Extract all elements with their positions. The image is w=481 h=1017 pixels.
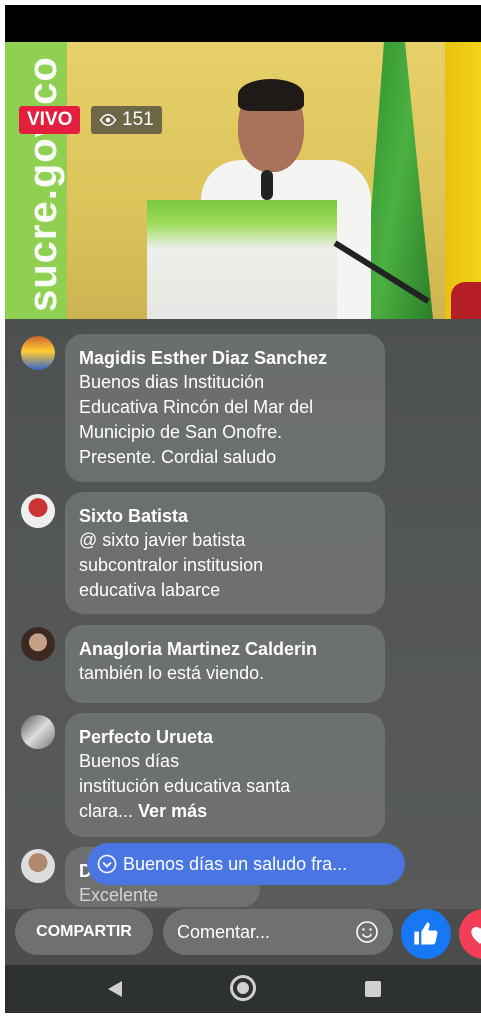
podium [147,200,337,319]
comment-line: Educativa Rincón del Mar del [79,397,314,417]
comment-bubble: Magidis Esther Diaz Sanchez Buenos dias … [65,334,385,482]
backdrop-banner: sucre.gov.co [5,42,67,319]
status-bar [5,5,481,42]
comment-placeholder: Comentar... [177,922,271,942]
emblem [451,282,481,319]
microphone [261,170,273,200]
yellow-flag [445,42,481,319]
eye-icon [99,114,117,126]
comment-author[interactable]: Anagloria Martinez Calderin [79,637,371,661]
see-more-link[interactable]: Ver más [138,801,207,821]
chevron-down-circle-icon [97,854,117,874]
action-bar: COMPARTIR Comentar... [5,909,481,961]
comment-truncated-text: clara... [79,801,134,821]
comment-bubble: Perfecto Urueta Buenos días institución … [65,713,385,837]
speaker-hair [238,79,304,111]
comment-line: educativa labarce [79,580,221,600]
comment-line: Buenos dias Institución [79,372,265,392]
comment-author[interactable]: Sixto Batista [79,504,371,528]
comment-line: Buenos días [79,751,180,771]
comment-line: institución educativa santa [79,776,291,796]
live-badge: VIVO [19,106,81,134]
comment-line: subcontralor institusion [79,555,264,575]
backdrop-domain-text: sucre.gov.co [21,56,65,312]
thumbs-up-icon [414,922,438,945]
viewer-count-badge: 151 [91,106,162,134]
back-triangle-icon[interactable] [108,981,122,997]
popup-text: Buenos días un saludo fra... [123,854,348,874]
comment-bubble: Sixto Batista @ sixto javier batista sub… [65,492,385,614]
avatar[interactable] [21,627,55,661]
avatar[interactable] [21,849,55,883]
home-circle-icon[interactable] [230,975,256,1001]
smiley-icon[interactable] [355,920,379,944]
live-video[interactable]: sucre.gov.co VIVO 151 [5,42,481,319]
share-button[interactable]: COMPARTIR [15,909,153,955]
heart-icon [471,927,481,944]
comment-line: Municipio de San Onofre. [79,422,283,442]
green-flag [363,42,433,319]
comment-bubble: Anagloria Martinez Calderin también lo e… [65,625,385,703]
avatar[interactable] [21,715,55,749]
recent-square-icon[interactable] [365,981,381,997]
love-button[interactable] [459,909,481,959]
viewer-count: 151 [122,109,154,130]
system-nav-bar [5,965,481,1013]
comment-line: Presente. Cordial saludo [79,447,277,467]
comment-input[interactable]: Comentar... [163,909,393,955]
comment-author[interactable]: Perfecto Urueta [79,725,371,749]
avatar[interactable] [21,494,55,528]
avatar[interactable] [21,336,55,370]
comment-line-last: clara... Ver más [79,799,371,824]
new-comment-popup[interactable]: Buenos días un saludo fra... [87,843,405,885]
comment-line: Excelente [79,885,159,905]
comment-feed[interactable]: Magidis Esther Diaz Sanchez Buenos dias … [5,319,481,909]
like-button[interactable] [401,909,451,959]
screen: sucre.gov.co VIVO 151 Magidis Esther Dia… [5,5,481,1013]
comment-line: también lo está viendo. [79,663,265,683]
comment-author[interactable]: Magidis Esther Diaz Sanchez [79,346,371,370]
comment-line: @ sixto javier batista [79,530,246,550]
